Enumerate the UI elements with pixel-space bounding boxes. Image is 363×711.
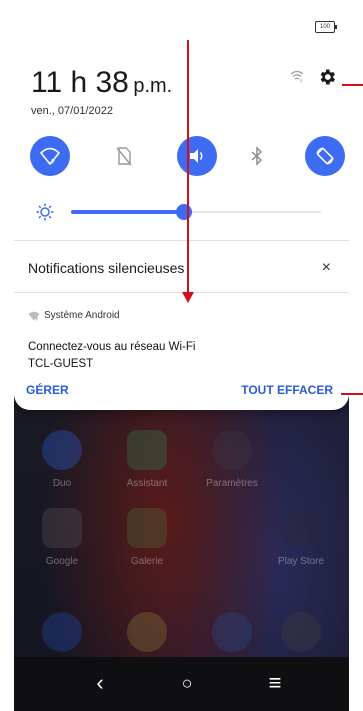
duo-icon <box>42 430 82 470</box>
notification-app-row: ? Système Android <box>28 310 120 321</box>
dismiss-section-button[interactable]: × <box>322 259 331 277</box>
sim-off-icon <box>116 147 132 166</box>
annotation-pointer-gear-outer <box>349 84 363 86</box>
app-label: Galerie <box>130 556 164 567</box>
dock-chrome[interactable] <box>117 612 177 652</box>
wifi-question-icon: ? <box>28 311 40 321</box>
back-button[interactable]: ‹ <box>85 671 115 695</box>
battery-icon: 100 <box>315 21 337 33</box>
app-label: Play Store <box>277 556 325 567</box>
clock-time: 11 h 38 <box>31 66 129 99</box>
svg-text:?: ? <box>35 317 38 321</box>
notification-text: TCL-GUEST <box>28 358 94 370</box>
manage-button[interactable]: GÉRER <box>26 383 69 397</box>
google-folder-icon <box>42 508 82 548</box>
annotation-pointer-clear <box>341 393 349 395</box>
svg-text:x: x <box>300 78 303 82</box>
notification-app-name: Système Android <box>44 310 120 321</box>
qs-bluetooth-toggle[interactable] <box>237 136 277 176</box>
date-label: ven., 07/01/2022 <box>31 105 113 117</box>
messages-icon <box>212 612 252 652</box>
assistant-icon <box>127 430 167 470</box>
app-duo[interactable]: Duo <box>32 430 92 489</box>
annotation-pointer-clear-outer <box>349 393 363 395</box>
brightness-slider-thumb[interactable] <box>176 204 192 220</box>
gallery-icon <box>127 508 167 548</box>
wifi-icon: ? <box>40 147 60 165</box>
notification-title: Connectez-vous au réseau Wi-Fi <box>28 341 196 353</box>
app-label: Paramètres <box>206 478 258 489</box>
brightness-fill <box>71 210 184 214</box>
qs-sim-toggle[interactable] <box>104 136 144 176</box>
auto-rotate-icon <box>316 147 334 165</box>
dock-phone[interactable] <box>32 612 92 652</box>
clear-all-button[interactable]: TOUT EFFACER <box>241 383 333 397</box>
settings-app-icon <box>212 430 252 470</box>
app-play-store[interactable]: Play Store <box>271 508 331 567</box>
brightness-icon <box>36 203 54 221</box>
annotation-arrow-head <box>182 292 194 303</box>
settings-gear-icon[interactable] <box>317 67 337 87</box>
clock: 11 h 38 p.m. <box>31 66 172 100</box>
app-label: Duo <box>52 478 72 489</box>
dock-camera[interactable] <box>271 612 331 652</box>
app-label: Assistant <box>126 478 168 489</box>
qs-sound-toggle[interactable] <box>177 136 217 176</box>
bluetooth-icon <box>251 146 263 166</box>
app-gallery[interactable]: Galerie <box>117 508 177 567</box>
play-store-icon <box>281 508 321 548</box>
qs-wifi-toggle[interactable]: ? <box>30 136 70 176</box>
chrome-icon <box>127 612 167 652</box>
app-settings[interactable]: Paramètres <box>202 430 262 489</box>
clock-ampm: p.m. <box>133 75 173 97</box>
annotation-pointer-gear <box>342 84 349 86</box>
svg-text:?: ? <box>51 159 55 165</box>
home-button[interactable]: ○ <box>172 671 202 695</box>
volume-icon <box>190 149 203 163</box>
recents-button[interactable]: ≡ <box>260 671 290 695</box>
notification-shade: 100 11 h 38 p.m. ven., 07/01/2022 x ? No… <box>14 0 349 410</box>
app-label: Google <box>45 556 79 567</box>
wifi-status-icon: x <box>290 70 304 82</box>
qs-rotate-toggle[interactable] <box>305 136 345 176</box>
phone-screen: Duo Assistant Paramètres Google Galerie … <box>14 0 349 711</box>
annotation-arrow-line <box>187 40 189 296</box>
app-assistant[interactable]: Assistant <box>117 430 177 489</box>
app-google[interactable]: Google <box>32 508 92 567</box>
navigation-bar: ‹ ○ ≡ <box>14 657 349 711</box>
divider <box>14 240 349 241</box>
camera-icon <box>281 612 321 652</box>
brightness-control <box>31 200 331 224</box>
silent-notifications-title: Notifications silencieuses <box>28 260 185 276</box>
dock-messages[interactable] <box>202 612 262 652</box>
phone-icon <box>42 612 82 652</box>
